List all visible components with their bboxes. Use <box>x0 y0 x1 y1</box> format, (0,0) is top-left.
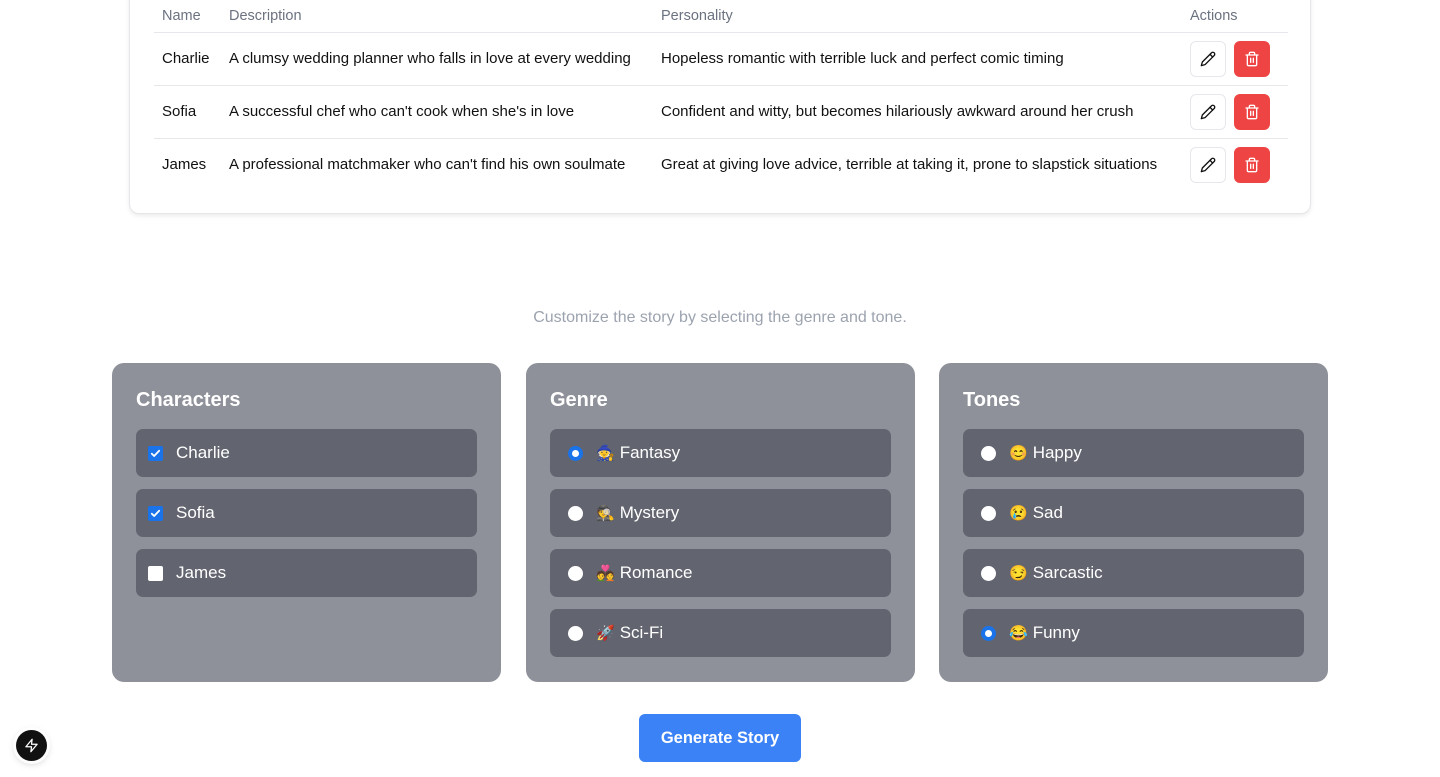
characters-panel: Characters Charlie Sofia James <box>112 363 501 682</box>
checkmark-icon <box>150 449 161 457</box>
radio-unselected[interactable] <box>568 565 583 581</box>
character-option-sofia[interactable]: Sofia <box>136 489 477 537</box>
customize-subtitle: Customize the story by selecting the gen… <box>533 309 907 326</box>
checkbox-checked[interactable] <box>148 445 163 461</box>
characters-table-card: Name Description Personality Actions Cha… <box>129 0 1311 214</box>
crying-face-icon: 😢 <box>1009 505 1028 522</box>
radio-unselected[interactable] <box>981 505 996 521</box>
genre-label: Romance <box>619 563 693 582</box>
trash-icon <box>1245 157 1259 173</box>
genre-option-mystery[interactable]: 🕵️ Mystery <box>550 489 891 537</box>
laughing-face-icon: 😂 <box>1009 625 1028 642</box>
genre-panel: Genre 🧙 Fantasy 🕵️ Mystery 💑 Romance 🚀 S… <box>526 363 915 682</box>
delete-button[interactable] <box>1234 40 1270 77</box>
tone-option-sad[interactable]: 😢 Sad <box>963 489 1304 537</box>
header-name: Name <box>154 1 221 33</box>
tones-title: Tones <box>963 389 1021 411</box>
checkbox-unchecked[interactable] <box>148 565 163 581</box>
tone-label: Funny <box>1032 623 1080 642</box>
tone-option-sarcastic[interactable]: 😏 Sarcastic <box>963 549 1304 597</box>
smiling-face-icon: 😊 <box>1009 445 1028 462</box>
genre-label: Fantasy <box>619 443 681 462</box>
genre-label: Mystery <box>619 503 680 522</box>
tone-option-funny[interactable]: 😂 Funny <box>963 609 1304 657</box>
cell-name: Charlie <box>154 32 221 86</box>
cell-personality: Great at giving love advice, terrible at… <box>661 156 1158 174</box>
header-description: Description <box>221 1 653 33</box>
delete-button[interactable] <box>1234 93 1270 130</box>
genre-title: Genre <box>550 389 608 411</box>
genre-option-fantasy[interactable]: 🧙 Fantasy <box>550 429 891 477</box>
cell-actions <box>1182 138 1288 191</box>
wizard-icon: 🧙 <box>596 445 615 462</box>
character-option-charlie[interactable]: Charlie <box>136 429 477 477</box>
pencil-icon <box>1200 51 1216 66</box>
checkmark-icon <box>150 509 161 517</box>
tone-label: Sarcastic <box>1032 563 1103 582</box>
characters-title: Characters <box>136 389 241 411</box>
radio-selected[interactable] <box>981 625 996 641</box>
checkbox-checked[interactable] <box>148 505 163 521</box>
table-row: Charlie A clumsy wedding planner who fal… <box>154 32 1288 86</box>
table-row: Sofia A successful chef who can't cook w… <box>154 85 1288 139</box>
cell-actions <box>1182 32 1288 86</box>
radio-unselected[interactable] <box>568 625 583 641</box>
character-label: Sofia <box>176 503 215 522</box>
lightning-bolt-icon <box>25 738 38 753</box>
cell-description: A successful chef who can't cook when sh… <box>221 85 653 139</box>
generate-story-button[interactable]: Generate Story <box>639 714 801 762</box>
radio-unselected[interactable] <box>981 445 996 461</box>
radio-unselected[interactable] <box>981 565 996 581</box>
edit-button[interactable] <box>1190 40 1226 77</box>
detective-icon: 🕵️ <box>596 505 615 522</box>
pencil-icon <box>1200 157 1216 173</box>
tones-panel: Tones 😊 Happy 😢 Sad 😏 Sarcastic 😂 Funny <box>939 363 1328 682</box>
table-row: James A professional matchmaker who can'… <box>154 138 1288 191</box>
character-option-james[interactable]: James <box>136 549 477 597</box>
tone-label: Sad <box>1032 503 1063 522</box>
cell-description: A clumsy wedding planner who falls in lo… <box>221 32 653 86</box>
genre-option-romance[interactable]: 💑 Romance <box>550 549 891 597</box>
trash-icon <box>1245 51 1259 66</box>
character-label: James <box>176 563 227 582</box>
couple-icon: 💑 <box>596 565 615 582</box>
header-personality: Personality <box>653 1 1182 33</box>
story-builder-page: Name Description Personality Actions Cha… <box>0 0 1440 777</box>
edit-button[interactable] <box>1190 93 1226 130</box>
tone-label: Happy <box>1032 443 1082 462</box>
cell-description: A professional matchmaker who can't find… <box>229 156 626 174</box>
genre-label: Sci-Fi <box>619 623 664 642</box>
cell-name: Sofia <box>154 85 221 139</box>
trash-icon <box>1245 104 1259 119</box>
tone-option-happy[interactable]: 😊 Happy <box>963 429 1304 477</box>
dev-tools-button[interactable] <box>16 730 47 761</box>
radio-selected[interactable] <box>568 445 583 461</box>
delete-button[interactable] <box>1234 146 1270 183</box>
table-header-row: Name Description Personality Actions <box>154 1 1288 33</box>
character-label: Charlie <box>176 443 230 462</box>
radio-unselected[interactable] <box>568 505 583 521</box>
genre-option-scifi[interactable]: 🚀 Sci-Fi <box>550 609 891 657</box>
characters-table: Name Description Personality Actions Cha… <box>154 1 1288 191</box>
pencil-icon <box>1200 104 1216 119</box>
cell-actions <box>1182 85 1288 139</box>
edit-button[interactable] <box>1190 146 1226 183</box>
cell-name: James <box>162 156 207 174</box>
header-actions: Actions <box>1182 1 1288 33</box>
cell-personality: Hopeless romantic with terrible luck and… <box>653 32 1182 86</box>
smirking-face-icon: 😏 <box>1009 565 1028 582</box>
rocket-icon: 🚀 <box>596 625 615 642</box>
cell-personality: Confident and witty, but becomes hilario… <box>653 85 1182 139</box>
